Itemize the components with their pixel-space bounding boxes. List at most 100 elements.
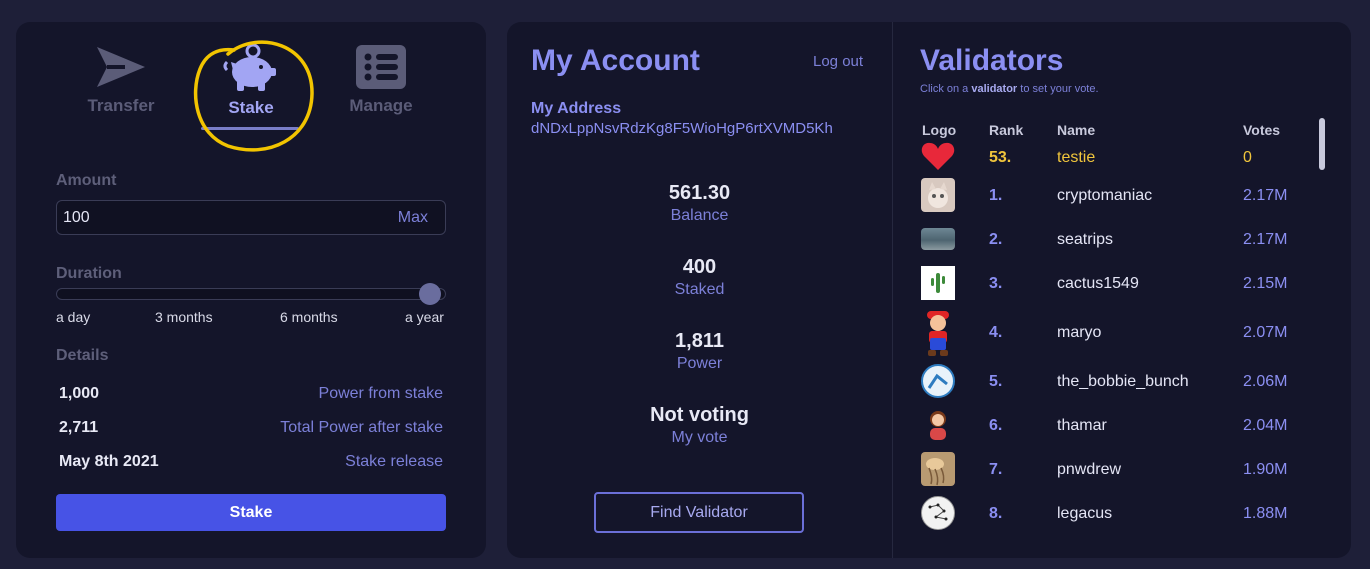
- staked-stat: 400 Staked: [507, 256, 892, 299]
- wallet-address: dNDxLppNsvRdzKg8F5WioHgP6rtXVMD5Kh: [531, 120, 833, 137]
- stake-button[interactable]: Stake: [56, 494, 446, 531]
- stat-value: 561.30: [668, 182, 731, 204]
- detail-label: Stake release: [345, 453, 443, 470]
- vote-stat: Not voting My vote: [507, 404, 892, 447]
- validator-name: pnwdrew: [1057, 461, 1122, 478]
- validator-name: cryptomaniac: [1057, 187, 1153, 204]
- validator-name: thamar: [1057, 417, 1107, 434]
- validator-rank: 3.: [989, 275, 1003, 292]
- validator-votes: 2.15M: [1243, 275, 1288, 292]
- power-stat: 1,811 Power: [507, 330, 892, 373]
- validator-row[interactable]: 4. maryo 2.07M: [913, 308, 1313, 356]
- tab-manage[interactable]: Manage: [316, 44, 446, 116]
- logout-link[interactable]: Log out: [813, 53, 863, 70]
- validator-rank: 4.: [989, 324, 1003, 341]
- validator-votes: 0: [1243, 149, 1252, 166]
- validator-name: maryo: [1057, 324, 1102, 341]
- validator-rank: 8.: [989, 505, 1003, 522]
- duration-tick: 6 months: [280, 309, 338, 325]
- amount-field: Max: [56, 200, 446, 235]
- find-validator-button[interactable]: Find Validator: [594, 492, 804, 533]
- address-label: My Address: [531, 100, 622, 117]
- detail-value: 2,711: [59, 419, 99, 436]
- subtitle-bold: validator: [971, 83, 1018, 95]
- detail-label: Total Power after stake: [280, 419, 443, 436]
- account-validators-panel: My Account Log out My Address dNDxLppNsv…: [507, 22, 1351, 558]
- column-header-name: Name: [1057, 122, 1096, 138]
- validator-name: legacus: [1057, 505, 1113, 522]
- validator-name: seatrips: [1057, 231, 1114, 248]
- stat-label: Staked: [674, 281, 725, 298]
- validators-title: Validators: [920, 44, 1064, 77]
- stat-label: My vote: [671, 429, 728, 446]
- validator-rank: 6.: [989, 417, 1003, 434]
- duration-slider-track[interactable]: [56, 288, 446, 300]
- tab-transfer[interactable]: Transfer: [56, 44, 186, 116]
- tab-label: Manage: [349, 96, 413, 115]
- tab-label: Transfer: [87, 96, 155, 115]
- heart-icon: [921, 142, 955, 176]
- blue-logo-avatar: [921, 364, 955, 398]
- column-header-logo: Logo: [922, 122, 957, 138]
- validator-rank: 1.: [989, 187, 1003, 204]
- stat-value: 400: [682, 256, 717, 278]
- validator-votes: 2.17M: [1243, 231, 1288, 248]
- detail-value: May 8th 2021: [59, 453, 159, 470]
- max-button[interactable]: Max: [398, 209, 428, 227]
- stat-label: Balance: [670, 207, 729, 224]
- subtitle-text: Click on a: [920, 83, 972, 95]
- woman-avatar: [921, 408, 955, 442]
- validators-subtitle: Click on a validator to set your vote.: [920, 83, 1099, 95]
- validator-votes: 1.90M: [1243, 461, 1288, 478]
- constellation-avatar: [921, 496, 955, 530]
- validator-row[interactable]: 2. seatrips 2.17M: [913, 222, 1313, 266]
- amount-input[interactable]: [63, 207, 363, 229]
- panel-divider: [892, 22, 893, 558]
- duration-slider-thumb[interactable]: [419, 283, 441, 305]
- send-icon: [97, 47, 145, 87]
- duration-tick: 3 months: [155, 309, 213, 325]
- validator-rank: 7.: [989, 461, 1003, 478]
- validator-votes: 1.88M: [1243, 505, 1288, 522]
- validator-votes: 2.17M: [1243, 187, 1288, 204]
- account-title: My Account: [531, 44, 700, 77]
- mario-avatar: [921, 308, 955, 358]
- detail-label: Power from stake: [318, 385, 443, 402]
- validator-row[interactable]: 6. thamar 2.04M: [913, 408, 1313, 452]
- validator-row[interactable]: 5. the_bobbie_bunch 2.06M: [913, 364, 1313, 408]
- amount-label: Amount: [56, 172, 117, 189]
- stat-value: Not voting: [650, 404, 749, 426]
- validator-rank: 53.: [989, 149, 1012, 166]
- column-header-votes: Votes: [1243, 122, 1281, 138]
- duration-tick: a day: [56, 309, 91, 325]
- validator-votes: 2.07M: [1243, 324, 1288, 341]
- stake-panel: Transfer Stake Manage Amount Max Du: [16, 22, 486, 558]
- validators-scrollbar[interactable]: [1319, 118, 1325, 170]
- validator-name: the_bobbie_bunch: [1057, 373, 1189, 390]
- duration-tick: a year: [405, 309, 444, 325]
- cactus-avatar: [921, 266, 955, 300]
- balance-stat: 561.30 Balance: [507, 182, 892, 225]
- subtitle-text: to set your vote.: [1017, 83, 1099, 95]
- duration-label: Duration: [56, 265, 122, 282]
- validator-row[interactable]: 8. legacus 1.88M: [913, 496, 1313, 540]
- list-icon: [356, 45, 406, 89]
- detail-value: 1,000: [59, 385, 100, 402]
- validator-row[interactable]: 7. pnwdrew 1.90M: [913, 452, 1313, 496]
- validator-votes: 2.06M: [1243, 373, 1288, 390]
- validator-name: testie: [1057, 149, 1096, 166]
- validator-votes: 2.04M: [1243, 417, 1288, 434]
- highlight-circle-annotation: [193, 40, 314, 152]
- sea-avatar: [921, 228, 955, 250]
- validator-name: cactus1549: [1057, 275, 1139, 292]
- validator-rank: 2.: [989, 231, 1003, 248]
- stat-value: 1,811: [675, 330, 724, 352]
- details-label: Details: [56, 347, 109, 364]
- validator-row[interactable]: 1. cryptomaniac 2.17M: [913, 178, 1313, 222]
- jellyfish-avatar: [921, 452, 955, 486]
- validator-row[interactable]: 3. cactus1549 2.15M: [913, 266, 1313, 310]
- cat-avatar: [921, 178, 955, 212]
- column-header-rank: Rank: [989, 122, 1024, 138]
- validator-rank: 5.: [989, 373, 1003, 390]
- stat-label: Power: [676, 355, 723, 372]
